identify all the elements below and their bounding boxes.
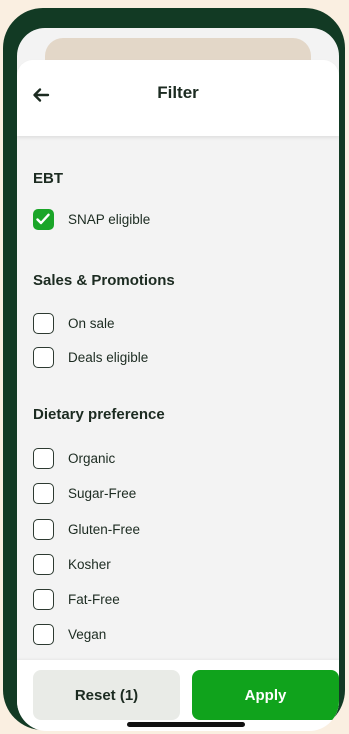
checkbox-unchecked[interactable]: [33, 518, 54, 540]
option-on-sale[interactable]: On sale: [33, 312, 115, 334]
option-label: Gluten-Free: [68, 521, 141, 537]
checkbox-unchecked[interactable]: [33, 588, 54, 610]
checkbox-unchecked[interactable]: [33, 346, 54, 368]
option-label: Deals eligible: [68, 349, 149, 365]
option-deals-eligible[interactable]: Deals eligible: [33, 346, 148, 368]
option-kosher[interactable]: Kosher: [33, 553, 111, 575]
option-label: Fat-Free: [68, 591, 120, 607]
option-organic[interactable]: Organic: [33, 447, 115, 469]
checkbox-unchecked[interactable]: [33, 312, 54, 334]
option-label: SNAP eligible: [68, 211, 151, 227]
filter-footer: Reset (1) Apply: [17, 660, 339, 731]
reset-button[interactable]: Reset (1): [33, 670, 180, 720]
screen: Filter EBT SNAP eligible Sales & Promoti…: [17, 28, 339, 731]
checkbox-unchecked[interactable]: [33, 447, 54, 469]
checkbox-checked[interactable]: [33, 208, 54, 230]
section-title-ebt: EBT: [33, 170, 63, 187]
option-vegan[interactable]: Vegan: [33, 623, 106, 645]
option-snap-eligible[interactable]: SNAP eligible: [33, 208, 150, 230]
checkbox-unchecked[interactable]: [33, 482, 54, 504]
phone-frame: Filter EBT SNAP eligible Sales & Promoti…: [3, 8, 345, 731]
option-label: Kosher: [68, 556, 111, 572]
page-title: Filter: [157, 83, 199, 102]
option-gluten-free[interactable]: Gluten-Free: [33, 518, 140, 540]
section-title-sales-promotions: Sales & Promotions: [33, 272, 175, 289]
option-fat-free[interactable]: Fat-Free: [33, 588, 120, 610]
checkbox-unchecked[interactable]: [33, 553, 54, 575]
option-label: Organic: [68, 450, 116, 466]
section-title-dietary-preference: Dietary preference: [33, 406, 165, 423]
home-indicator: [127, 722, 245, 727]
option-label: Sugar-Free: [68, 485, 137, 501]
option-label: Vegan: [68, 626, 107, 642]
option-label: On sale: [68, 315, 115, 331]
filter-header: Filter: [17, 60, 339, 136]
option-sugar-free[interactable]: Sugar-Free: [33, 482, 136, 504]
checkbox-unchecked[interactable]: [33, 623, 54, 645]
apply-button[interactable]: Apply: [192, 670, 339, 720]
